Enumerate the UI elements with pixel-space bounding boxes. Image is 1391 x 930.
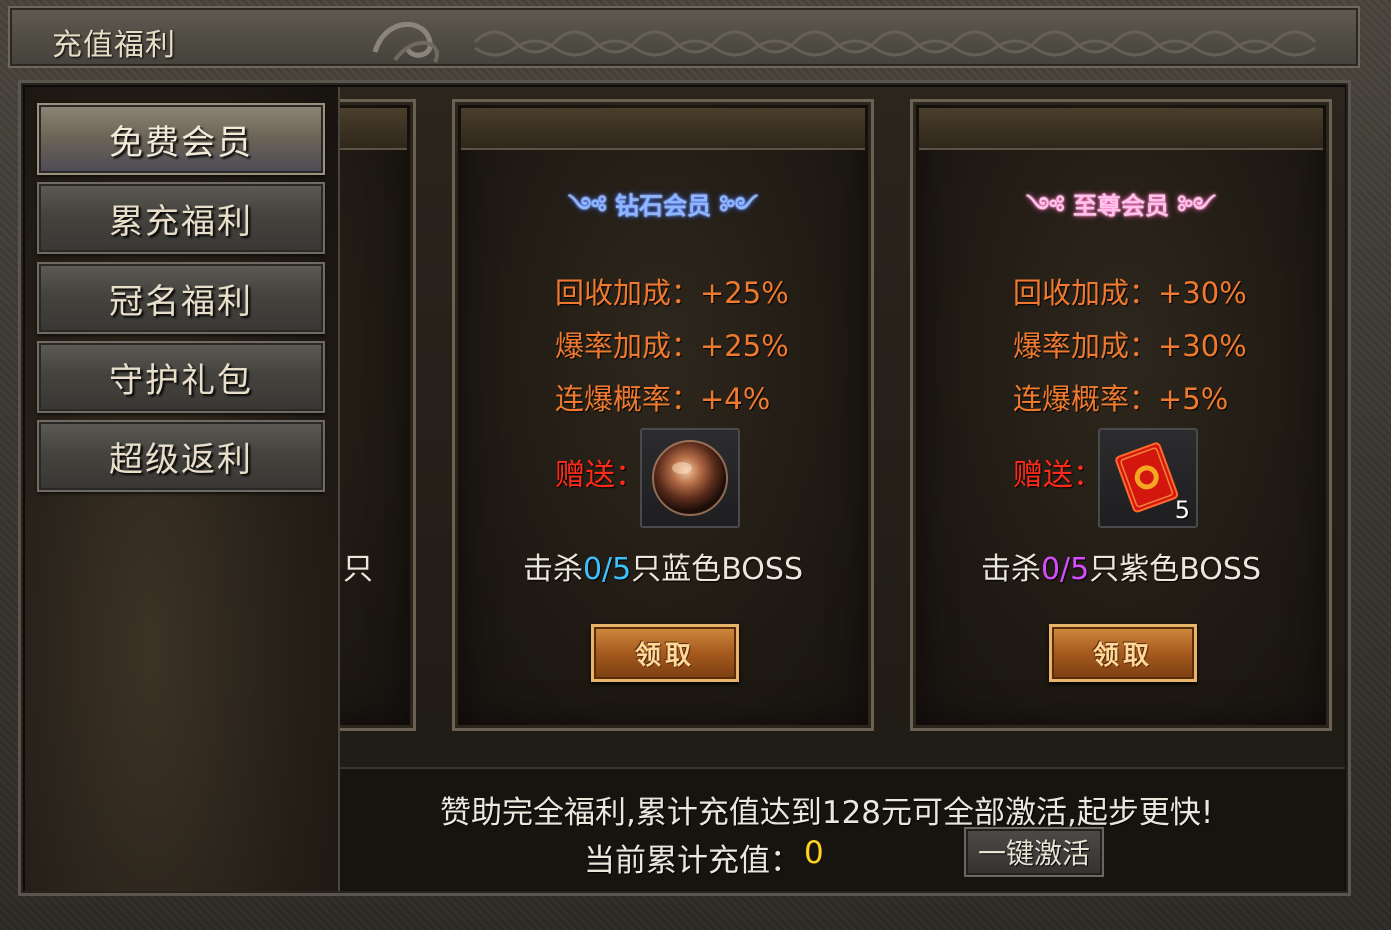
title-bar: 充值福利 <box>8 6 1360 68</box>
chain-drop-chance: 连爆概率：+5% <box>1013 382 1229 416</box>
claim-button[interactable]: 领取 <box>1049 624 1197 682</box>
diamond-member-card: ༺ 钻石会员 ༻ 回收加成：+25% 爆率加成：+25% 连爆概率：+4% 赠送… <box>452 99 874 731</box>
diamond-member-emblem: ༺ 钻石会员 ༻ <box>455 180 871 247</box>
kill-prefix: 击杀 <box>980 552 1041 587</box>
sidebar-item-title-sponsor[interactable]: 冠名福利 <box>37 262 325 334</box>
sidebar-item-label: 守护礼包 <box>109 360 253 401</box>
sidebar: 免费会员 累充福利 冠名福利 守护礼包 超级返利 <box>25 87 340 891</box>
drop-rate-bonus: 爆率加成：+25% <box>555 329 789 363</box>
recycle-bonus: 回收加成：+30% <box>1013 276 1247 310</box>
sidebar-item-cumulative-recharge[interactable]: 累充福利 <box>37 182 325 254</box>
recharge-welfare-window: 充值福利 免费会员 累充福利 冠名福利 守护礼包 超级返利 只 ༺ 钻石会员 ༻… <box>0 0 1391 930</box>
sidebar-item-label: 累充福利 <box>109 201 253 242</box>
supreme-member-emblem: ༺ 至尊会员 ༻ <box>913 180 1329 247</box>
kill-text-fragment: 只 <box>343 552 373 587</box>
emblem-label: 至尊会员 <box>1073 191 1169 220</box>
wing-right-icon: ༻ <box>1169 191 1216 220</box>
claim-button[interactable]: 领取 <box>591 624 739 682</box>
activate-all-button[interactable]: 一键激活 <box>964 827 1104 877</box>
gift-item-slot[interactable] <box>640 428 740 528</box>
sidebar-item-super-rebate[interactable]: 超级返利 <box>37 420 325 492</box>
total-recharge-value: 0 <box>804 835 824 871</box>
bronze-orb-icon <box>652 440 728 516</box>
emblem-label: 钻石会员 <box>615 191 711 220</box>
sidebar-item-guardian-pack[interactable]: 守护礼包 <box>37 341 325 413</box>
drop-rate-bonus: 爆率加成：+30% <box>1013 329 1247 363</box>
gift-label: 赠送： <box>555 458 645 493</box>
claim-label: 领取 <box>634 640 695 671</box>
wing-left-icon: ༺ <box>568 191 615 220</box>
kill-count: 0/5 <box>582 552 632 587</box>
sidebar-item-label: 冠名福利 <box>109 281 253 322</box>
content-area: 只 ༺ 钻石会员 ༻ 回收加成：+25% 爆率加成：+25% 连爆概率：+4% … <box>340 87 1345 891</box>
gift-count: 5 <box>1174 496 1190 524</box>
gift-label: 赠送： <box>1013 458 1103 493</box>
claim-label: 领取 <box>1092 640 1153 671</box>
sponsor-text: 赞助完全福利,累计充值达到128元可全部激活,起步更快! <box>440 795 1214 831</box>
sponsor-info: 赞助完全福利,累计充值达到128元可全部激活,起步更快! 当前累计充值： 0 一… <box>340 767 1345 891</box>
kill-suffix: 只紫色BOSS <box>1089 552 1262 587</box>
card-header <box>919 108 1323 150</box>
wing-left-icon: ༺ <box>1026 191 1073 220</box>
kill-suffix: 只蓝色BOSS <box>631 552 804 587</box>
chain-drop-chance: 连爆概率：+4% <box>555 382 771 416</box>
sidebar-item-label: 超级返利 <box>109 439 253 480</box>
activate-all-label: 一键激活 <box>977 837 1090 870</box>
kill-objective: 击杀0/5只蓝色BOSS <box>455 544 871 588</box>
window-title: 充值福利 <box>52 28 176 63</box>
card-header <box>340 108 407 150</box>
card-header <box>461 108 865 150</box>
kill-objective: 击杀0/5只紫色BOSS <box>913 544 1329 588</box>
total-recharge-label: 当前累计充值： <box>584 843 801 879</box>
member-card-partial: 只 <box>340 99 416 731</box>
main-panel: 免费会员 累充福利 冠名福利 守护礼包 超级返利 只 ༺ 钻石会员 ༻ 回收加成… <box>18 80 1351 896</box>
sidebar-item-free-member[interactable]: 免费会员 <box>37 103 325 175</box>
supreme-member-card: ༺ 至尊会员 ༻ 回收加成：+30% 爆率加成：+30% 连爆概率：+5% 赠送… <box>910 99 1332 731</box>
gift-item-slot[interactable]: 5 <box>1098 428 1198 528</box>
recycle-bonus: 回收加成：+25% <box>555 276 789 310</box>
kill-prefix: 击杀 <box>522 552 583 587</box>
kill-count: 0/5 <box>1040 552 1090 587</box>
sidebar-item-label: 免费会员 <box>109 122 253 163</box>
title-ornament-icon <box>372 21 1317 63</box>
wing-right-icon: ༻ <box>711 191 758 220</box>
